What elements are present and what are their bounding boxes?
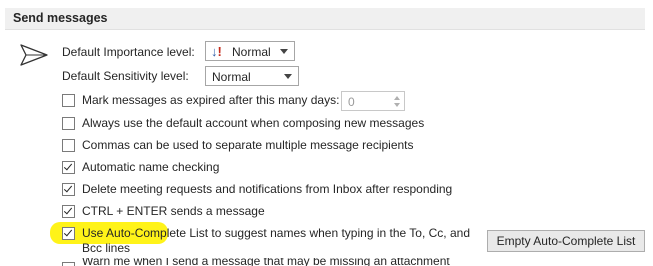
- checkbox[interactable]: [62, 161, 75, 174]
- option-label: Always use the default account when comp…: [82, 116, 425, 130]
- checkbox[interactable]: [62, 205, 75, 218]
- section-header: Send messages: [5, 8, 645, 30]
- option-label: Delete meeting requests and notification…: [82, 182, 453, 196]
- option-label: Automatic name checking: [82, 160, 220, 174]
- option-label-line2: Bcc lines: [82, 241, 131, 255]
- option-label: Use Auto-Complete List to suggest names …: [82, 226, 470, 240]
- option-attachment-warning[interactable]: Warn me when I send a message that may b…: [62, 258, 462, 266]
- chevron-down-icon: [280, 49, 288, 54]
- checkbox[interactable]: [62, 262, 75, 266]
- paper-plane-icon: [20, 44, 48, 66]
- importance-dropdown[interactable]: ↓! Normal: [205, 41, 295, 61]
- option-label: Warn me when I send a message that may b…: [82, 258, 450, 266]
- chevron-down-icon: [284, 74, 292, 79]
- option-label: CTRL + ENTER sends a message: [82, 204, 265, 218]
- expire-checkbox[interactable]: [62, 94, 75, 107]
- spinner-down-icon[interactable]: [394, 103, 400, 107]
- expire-days-value: 0: [348, 95, 355, 109]
- checkbox[interactable]: [62, 139, 75, 152]
- expire-label: Mark messages as expired after this many…: [82, 93, 340, 107]
- sensitivity-dropdown[interactable]: Normal: [205, 66, 299, 86]
- checkbox[interactable]: [62, 117, 75, 130]
- checkbox[interactable]: [62, 183, 75, 196]
- importance-label: Default Importance level:: [62, 45, 195, 59]
- spinner-up-icon[interactable]: [394, 96, 400, 100]
- empty-auto-complete-button[interactable]: Empty Auto-Complete List: [487, 230, 645, 252]
- importance-value: Normal: [232, 45, 271, 59]
- importance-arrow-icon: ↓!: [211, 44, 222, 59]
- sensitivity-label: Default Sensitivity level:: [62, 69, 189, 83]
- checkbox[interactable]: [62, 227, 75, 240]
- section-title: Send messages: [13, 11, 108, 25]
- sensitivity-value: Normal: [212, 70, 251, 84]
- expire-days-spinner[interactable]: 0: [341, 91, 405, 111]
- option-label: Commas can be used to separate multiple …: [82, 138, 414, 152]
